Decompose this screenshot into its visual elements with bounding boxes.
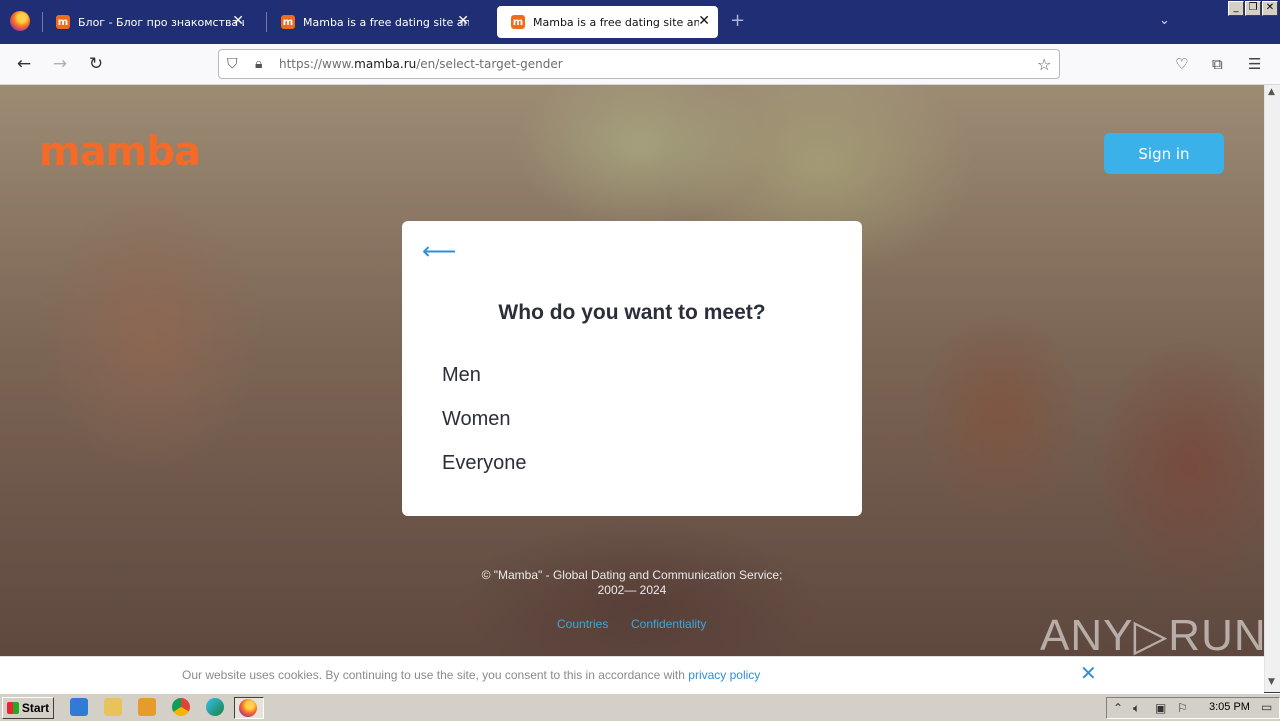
- url-path: /en/select-target-gender: [416, 57, 563, 71]
- menu-icon[interactable]: ☰: [1248, 55, 1261, 73]
- firefox-icon: [239, 699, 257, 717]
- scroll-up-icon[interactable]: ▲: [1268, 87, 1275, 97]
- close-tab-icon[interactable]: ✕: [232, 14, 244, 28]
- mamba-favicon-icon: m: [281, 15, 295, 29]
- tab-blog[interactable]: m Блог - Блог про знакомства и отношения…: [42, 6, 252, 38]
- internet-explorer-icon[interactable]: [70, 698, 88, 716]
- action-center-flag-icon[interactable]: ⚐: [1177, 701, 1188, 715]
- page-background: mamba Sign in ⟵ Who do you want to meet?…: [0, 85, 1264, 656]
- tab-mamba-active[interactable]: m Mamba is a free dating site and a chat…: [497, 6, 718, 38]
- file-explorer-icon[interactable]: [104, 698, 122, 716]
- scroll-down-icon[interactable]: ▼: [1268, 677, 1275, 687]
- navigation-toolbar: ← → ↻ ⛉ 🔒︎ https://www.mamba.ru/en/selec…: [0, 44, 1280, 85]
- forward-icon[interactable]: →: [50, 54, 70, 74]
- mamba-favicon-icon: m: [511, 15, 525, 29]
- page-scrollbar[interactable]: ▲ ▼: [1264, 85, 1280, 692]
- volume-icon[interactable]: 🔈︎: [1133, 701, 1140, 716]
- cookie-banner: Our website uses cookies. By continuing …: [0, 656, 1264, 693]
- tab-mamba-1[interactable]: m Mamba is a free dating site and a chat…: [267, 6, 477, 38]
- show-desktop-icon[interactable]: ▭: [1261, 700, 1272, 714]
- edge-icon[interactable]: [206, 698, 224, 716]
- chrome-icon[interactable]: [172, 698, 190, 716]
- restore-window-icon[interactable]: ❐: [1245, 1, 1261, 16]
- url-text[interactable]: https://www.mamba.ru/en/select-target-ge…: [279, 57, 563, 71]
- system-tray: ⌃ 🔈︎ ▣ ⚐ 3:05 PM ▭: [1106, 697, 1280, 719]
- lock-icon[interactable]: 🔒︎: [255, 56, 262, 72]
- url-domain: mamba.ru: [354, 57, 417, 71]
- sign-in-button[interactable]: Sign in: [1104, 133, 1224, 174]
- gender-select-card: ⟵ Who do you want to meet? Men Women Eve…: [402, 221, 862, 516]
- media-player-icon[interactable]: [138, 698, 156, 716]
- taskbar-firefox-button[interactable]: [234, 697, 264, 719]
- network-icon[interactable]: ▣: [1155, 701, 1166, 715]
- close-tab-icon[interactable]: ✕: [457, 14, 469, 28]
- start-label: Start: [21, 701, 50, 715]
- firefox-menu-icon[interactable]: [10, 11, 30, 31]
- tab-title: Блог - Блог про знакомства и отношения: [78, 15, 244, 29]
- address-bar[interactable]: ⛉ 🔒︎ https://www.mamba.ru/en/select-targ…: [218, 49, 1060, 79]
- question-heading: Who do you want to meet?: [498, 301, 766, 324]
- confidentiality-link[interactable]: Confidentiality: [631, 617, 706, 631]
- url-prefix: https://www.: [279, 57, 355, 71]
- anyrun-watermark: ANY▷RUN: [1040, 611, 1264, 656]
- back-arrow-icon[interactable]: ⟵: [422, 239, 456, 263]
- copyright-line1: © "Mamba" - Global Dating and Communicat…: [481, 568, 783, 582]
- mamba-favicon-icon: m: [56, 15, 70, 29]
- countries-link[interactable]: Countries: [557, 617, 608, 631]
- show-hidden-icons-icon[interactable]: ⌃: [1113, 701, 1123, 715]
- privacy-policy-link[interactable]: privacy policy: [688, 668, 760, 682]
- close-window-icon[interactable]: ✕: [1262, 1, 1278, 16]
- back-icon[interactable]: ←: [14, 54, 34, 74]
- tab-strip: m Блог - Блог про знакомства и отношения…: [0, 0, 1280, 44]
- option-women[interactable]: Women: [442, 408, 511, 431]
- copyright-text: © "Mamba" - Global Dating and Communicat…: [440, 568, 824, 598]
- bookmark-star-icon[interactable]: ☆: [1037, 55, 1051, 74]
- list-all-tabs-icon[interactable]: ⌄: [1159, 13, 1170, 28]
- pocket-icon[interactable]: ♡: [1175, 55, 1188, 73]
- reload-icon[interactable]: ↻: [86, 54, 106, 74]
- new-tab-icon[interactable]: +: [730, 10, 745, 31]
- clock[interactable]: 3:05 PM: [1209, 701, 1250, 713]
- option-everyone[interactable]: Everyone: [442, 452, 527, 475]
- close-tab-icon[interactable]: ✕: [698, 14, 710, 28]
- start-button[interactable]: Start: [2, 697, 54, 719]
- close-cookie-icon[interactable]: ✕: [1080, 663, 1097, 683]
- tab-title: Mamba is a free dating site and a chat: [533, 15, 699, 29]
- option-men[interactable]: Men: [442, 364, 481, 387]
- windows-logo-icon: [6, 702, 19, 714]
- mamba-logo[interactable]: mamba: [39, 129, 201, 175]
- copyright-line2: 2002— 2024: [597, 583, 667, 597]
- cookie-message: Our website uses cookies. By continuing …: [182, 668, 689, 682]
- extensions-icon[interactable]: ⧉: [1212, 55, 1223, 73]
- tab-title: Mamba is a free dating site and a chat: [303, 15, 469, 29]
- cookie-text: Our website uses cookies. By continuing …: [182, 668, 760, 682]
- shield-icon[interactable]: ⛉: [227, 56, 238, 72]
- minimize-window-icon[interactable]: _: [1228, 1, 1244, 16]
- taskbar: Start ⌃ 🔈︎ ▣ ⚐ 3:05 PM ▭: [0, 693, 1280, 721]
